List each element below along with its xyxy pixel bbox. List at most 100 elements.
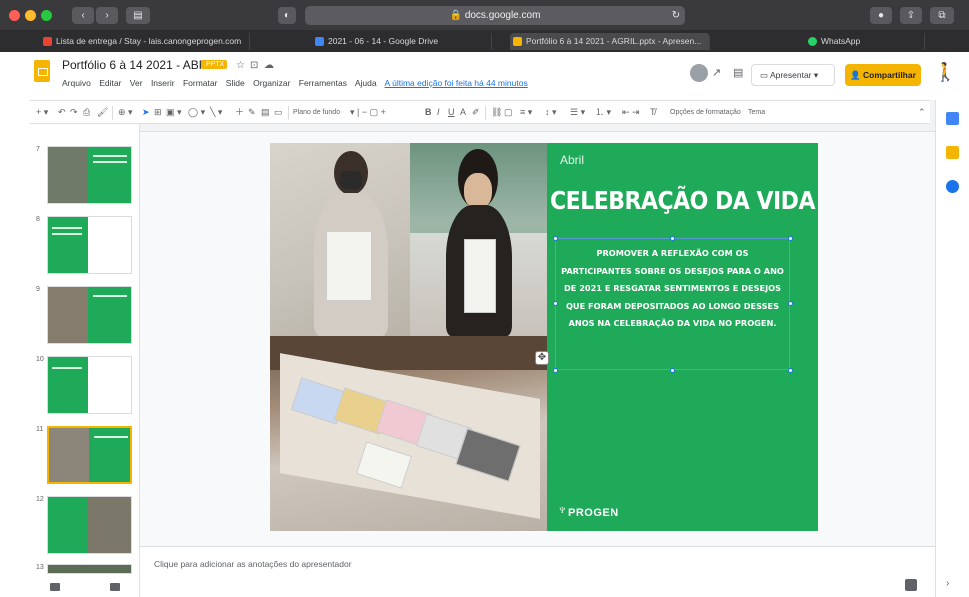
menu-ferramentas[interactable]: Ferramentas	[299, 78, 347, 88]
explore-icon[interactable]	[905, 579, 917, 591]
resize-handle[interactable]	[670, 368, 675, 373]
resize-handle[interactable]	[553, 301, 558, 306]
bulleted-list-icon[interactable]: ☰ ▾	[570, 106, 585, 119]
animate-button[interactable]: Tema	[748, 106, 765, 119]
move-folder-icon[interactable]: ⊡	[250, 60, 258, 71]
keep-icon[interactable]	[946, 146, 959, 159]
tab-whatsapp[interactable]: WhatsApp	[805, 33, 925, 50]
extension-icon[interactable]: ●	[870, 7, 892, 24]
resize-handle[interactable]	[553, 368, 558, 373]
current-slide[interactable]: Abril CELEBRAÇÃO DA VIDA PROMOVER A REFL…	[270, 143, 818, 531]
close-window-button[interactable]	[9, 10, 20, 21]
paint-format-icon[interactable]: 🖌	[97, 106, 108, 119]
address-bar[interactable]: 🔒 docs.google.com	[305, 6, 685, 25]
indent-icon[interactable]: ⇤ ⇥	[622, 106, 640, 119]
menu-ver[interactable]: Ver	[130, 78, 143, 88]
toolbar-collapse-icon[interactable]: ⌃	[918, 106, 926, 119]
menu-slide[interactable]: Slide	[226, 78, 245, 88]
present-button[interactable]: ▭ Apresentar ▾	[751, 64, 835, 86]
zoom-icon[interactable]: ⊕ ▾	[118, 106, 133, 119]
fill-color-icon[interactable]: ▤	[261, 106, 270, 119]
last-edit-link[interactable]: A última edição foi feita há 44 minutos	[385, 78, 528, 88]
calendar-icon[interactable]	[946, 112, 959, 125]
highlight-icon[interactable]: ✐	[472, 106, 480, 119]
star-icon[interactable]: ☆	[236, 60, 245, 71]
print-icon[interactable]: ⎙	[83, 106, 90, 119]
menu-arquivo[interactable]: Arquivo	[62, 78, 91, 88]
menu-formatar[interactable]: Formatar	[183, 78, 217, 88]
text-color-icon[interactable]: A	[460, 106, 466, 119]
grid-view-icon[interactable]	[50, 583, 60, 591]
photo-child-with-sign[interactable]	[270, 143, 410, 336]
tasks-icon[interactable]	[946, 180, 959, 193]
menu-editar[interactable]: Editar	[99, 78, 121, 88]
new-slide-icon[interactable]: + ▾	[36, 106, 48, 119]
pencil-icon[interactable]: ✎	[248, 106, 256, 119]
tab-slides[interactable]: Portfólio 6 à 14 2021 - AGRIL.pptx - Apr…	[510, 33, 710, 50]
link-icon[interactable]: ⛓	[491, 106, 502, 119]
cloud-status-icon[interactable]: ☁	[264, 60, 274, 71]
line-icon[interactable]: ╲ ▾	[210, 106, 222, 119]
resize-handle[interactable]	[788, 301, 793, 306]
help-figure-icon[interactable]: 🚶	[934, 62, 956, 83]
bold-icon[interactable]: B	[425, 106, 432, 119]
move-handle-icon[interactable]: ✥	[535, 351, 549, 365]
align-icon[interactable]: ≡ ▾	[520, 106, 532, 119]
insert-comment-icon[interactable]: ▢	[504, 106, 513, 119]
resize-handle[interactable]	[670, 236, 675, 241]
document-title[interactable]: Portfólio 6 à 14 2021 - ABRIL	[62, 58, 217, 72]
slide-thumbnail[interactable]	[47, 286, 132, 344]
format-options-button[interactable]: Opções de formatação	[670, 106, 741, 119]
slide-thumbnail[interactable]	[47, 146, 132, 204]
tabs-overview-icon[interactable]: ⧉	[930, 7, 954, 24]
resize-handle[interactable]	[553, 236, 558, 241]
slides-logo-icon[interactable]	[34, 60, 50, 82]
reload-icon[interactable]: ↻	[668, 7, 684, 24]
clear-format-icon[interactable]: T̸	[650, 106, 656, 119]
underline-icon[interactable]: U	[448, 106, 455, 119]
activity-icon[interactable]: ↗	[712, 66, 721, 79]
redo-icon[interactable]: ↷	[70, 106, 78, 119]
slide-thumbnail[interactable]	[47, 564, 132, 574]
slide-month-label[interactable]: Abril	[560, 153, 584, 167]
font-size-dropdown[interactable]: ▾ | − ▢ +	[350, 106, 386, 119]
image-icon[interactable]: ▣ ▾	[166, 106, 182, 119]
forward-button[interactable]: ›	[96, 7, 118, 24]
tab-drive[interactable]: 2021 - 06 - 14 - Google Drive	[312, 33, 492, 50]
slide-thumbnail[interactable]	[47, 356, 132, 414]
resize-handle[interactable]	[788, 368, 793, 373]
line-spacing-icon[interactable]: ↕ ▾	[545, 106, 557, 119]
numbered-list-icon[interactable]: ⒈ ▾	[595, 106, 611, 119]
shape-icon[interactable]: ◯ ▾	[188, 106, 205, 119]
italic-icon[interactable]: I	[437, 106, 440, 119]
share-button[interactable]: 👤 Compartilhar	[845, 64, 921, 86]
border-color-icon[interactable]: ▭	[274, 106, 283, 119]
user-avatar[interactable]	[690, 64, 708, 82]
filmstrip-view-icon[interactable]	[110, 583, 120, 591]
comments-icon[interactable]: ▤	[733, 66, 743, 79]
privacy-shield-icon[interactable]: ◐	[278, 7, 296, 24]
slide-thumbnail[interactable]	[47, 496, 132, 554]
back-button[interactable]: ‹	[72, 7, 94, 24]
tab-stay[interactable]: Lista de entrega / Stay - lais.canongepr…	[40, 33, 250, 50]
resize-handle[interactable]	[788, 236, 793, 241]
slide-title[interactable]: CELEBRAÇÃO DA VIDA	[547, 187, 818, 216]
menu-ajuda[interactable]: Ajuda	[355, 78, 377, 88]
photo-girl-with-sign[interactable]	[410, 143, 547, 336]
expand-panel-icon[interactable]: ›	[946, 578, 949, 589]
comment-icon[interactable]: ＋	[235, 106, 244, 119]
slide-thumbnail[interactable]	[47, 216, 132, 274]
speaker-notes-placeholder[interactable]: Clique para adicionar as anotações do ap…	[154, 559, 352, 569]
undo-icon[interactable]: ↶	[58, 106, 66, 119]
select-arrow-icon[interactable]: ➤	[142, 106, 150, 119]
photo-drawings-on-table[interactable]	[270, 336, 547, 531]
background-button[interactable]: Plano de fundo	[293, 106, 340, 119]
sidebar-toggle-icon[interactable]: ▤	[126, 7, 150, 24]
slide-thumbnail-selected[interactable]	[47, 426, 132, 484]
slide-body-textbox[interactable]: PROMOVER A REFLEXÃO COM OS PARTICIPANTES…	[555, 238, 790, 370]
text-box-icon[interactable]: ⊞	[154, 106, 162, 119]
zoom-window-button[interactable]	[41, 10, 52, 21]
minimize-window-button[interactable]	[25, 10, 36, 21]
menu-inserir[interactable]: Inserir	[151, 78, 175, 88]
share-icon[interactable]: ⇪	[900, 7, 922, 24]
